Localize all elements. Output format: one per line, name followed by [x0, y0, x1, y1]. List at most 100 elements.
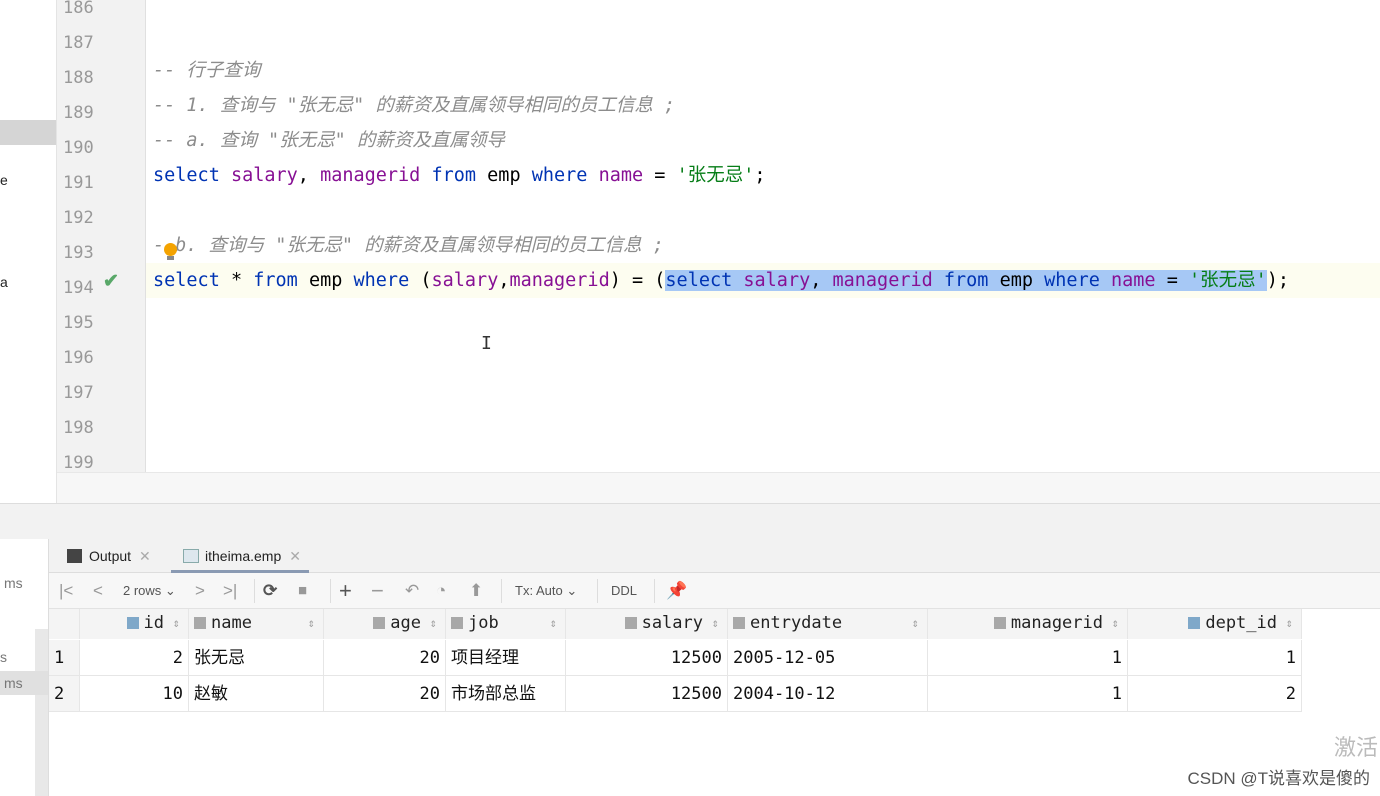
results-toolbar: |< < 2 rows ⌄ > >| ⟳ ■ + − ↶ ◔ ⬆ Tx: Aut…	[49, 573, 1380, 609]
string: '张无忌'	[1188, 270, 1267, 291]
column-name: dept_id	[1205, 613, 1277, 633]
ddl-button[interactable]: DDL	[611, 573, 637, 609]
column-header-age[interactable]: age ⇕	[324, 609, 446, 639]
selected-tree-item[interactable]	[0, 120, 56, 145]
tab-itheima-emp[interactable]: itheima.emp ✕	[171, 539, 309, 573]
sort-icon[interactable]: ⇕	[173, 609, 180, 637]
col: managerid	[320, 165, 421, 186]
line-number: 191	[63, 173, 94, 193]
horizontal-scrollbar[interactable]	[57, 472, 1380, 503]
sort-icon[interactable]: ⇕	[1286, 609, 1293, 637]
table-cell[interactable]: 市场部总监	[446, 676, 566, 712]
rows-dropdown[interactable]: 2 rows ⌄	[123, 573, 176, 609]
sort-icon[interactable]: ⇕	[430, 609, 437, 637]
column-name: age	[390, 613, 421, 633]
line-number: 188	[63, 68, 94, 88]
lightbulb-icon[interactable]	[164, 243, 177, 260]
tree-item-fragment[interactable]: a	[0, 274, 8, 290]
table-cell[interactable]: 20	[324, 676, 446, 712]
table-cell[interactable]: 2005-12-05	[728, 640, 928, 676]
tx-label: Tx: Auto	[515, 583, 563, 598]
services-panel: ms s ms	[0, 539, 49, 796]
col: name	[598, 165, 644, 186]
column-icon	[624, 617, 637, 629]
column-header-id[interactable]: id ⇕	[80, 609, 189, 639]
table-cell[interactable]: 12500	[566, 676, 728, 712]
table-cell[interactable]: 1	[928, 640, 1128, 676]
last-page-icon[interactable]: >|	[223, 573, 237, 609]
close-icon[interactable]: ✕	[139, 548, 151, 564]
row-number[interactable]: 1	[49, 640, 80, 676]
code-line-191[interactable]: select salary, managerid from emp where …	[153, 158, 765, 193]
table-cell[interactable]: 2	[1128, 676, 1302, 712]
sort-icon[interactable]: ⇕	[550, 609, 557, 637]
tree-item-fragment[interactable]: e	[0, 172, 8, 188]
kw: where	[353, 270, 410, 291]
add-row-icon[interactable]: +	[339, 573, 352, 609]
refresh-icon[interactable]: ⟳	[263, 573, 277, 609]
table-cell[interactable]: 2004-10-12	[728, 676, 928, 712]
code-line-190[interactable]: -- a. 查询 "张无忌" 的薪资及直属领导	[153, 123, 505, 158]
column-header-entrydate[interactable]: entrydate ⇕	[728, 609, 928, 639]
close-icon[interactable]: ✕	[289, 548, 301, 564]
star: *	[230, 270, 243, 291]
col: salary	[431, 270, 499, 291]
tab-label: Output	[89, 548, 132, 564]
line-number: 198	[63, 418, 94, 438]
panel-splitter[interactable]	[0, 503, 1380, 539]
prev-page-icon[interactable]: <	[93, 573, 103, 609]
tab-output[interactable]: Output ✕	[65, 539, 151, 573]
code-line-194[interactable]: select * from emp where (salary,manageri…	[153, 263, 1289, 298]
submit-icon[interactable]: ⬆	[469, 573, 483, 609]
column-name: managerid	[1010, 613, 1103, 633]
column-name: id	[143, 613, 164, 633]
table-cell[interactable]: 12500	[566, 640, 728, 676]
next-page-icon[interactable]: >	[195, 573, 205, 609]
duration-fragment: s	[0, 649, 7, 665]
code-line-189[interactable]: -- 1. 查询与 "张无忌" 的薪资及直属领导相同的员工信息 ;	[153, 88, 675, 123]
activate-watermark: 激活	[1334, 735, 1379, 760]
op: =	[654, 165, 666, 186]
selected-subquery[interactable]: select salary, managerid from emp where …	[665, 270, 1267, 291]
preview-icon[interactable]: ◔	[436, 573, 446, 609]
sort-icon[interactable]: ⇕	[712, 609, 719, 637]
table-cell[interactable]: 1	[1128, 640, 1302, 676]
col: managerid	[509, 270, 610, 291]
first-page-icon[interactable]: |<	[59, 573, 73, 609]
table-cell[interactable]: 1	[928, 676, 1128, 712]
tx-mode-dropdown[interactable]: Tx: Auto ⌄	[515, 573, 577, 609]
sort-icon[interactable]: ⇕	[1112, 609, 1119, 637]
line-number: 187	[63, 33, 94, 53]
stop-icon[interactable]: ■	[298, 573, 307, 609]
duration-fragment: ms	[4, 575, 23, 591]
kw: where	[1044, 270, 1100, 291]
sort-icon[interactable]: ⇕	[912, 609, 919, 637]
sort-icon[interactable]: ⇕	[308, 609, 315, 637]
results-tabs: Output ✕ itheima.emp ✕	[49, 539, 1380, 573]
line-number: 186	[63, 0, 94, 18]
col: managerid	[832, 270, 933, 291]
delete-row-icon[interactable]: −	[371, 573, 384, 609]
table-cell[interactable]: 项目经理	[446, 640, 566, 676]
code-line-193[interactable]: b. 查询与 "张无忌" 的薪资及直属领导相同的员工信息 ;	[175, 235, 664, 256]
column-header-managerid[interactable]: managerid ⇕	[928, 609, 1128, 639]
pin-icon[interactable]: 📌	[666, 573, 687, 609]
table-cell[interactable]: 2	[80, 640, 189, 676]
table: emp	[999, 270, 1034, 291]
line-number: 199	[63, 453, 94, 473]
column-header-dept_id[interactable]: dept_id ⇕	[1128, 609, 1302, 639]
column-header-job[interactable]: job ⇕	[446, 609, 566, 639]
revert-icon[interactable]: ↶	[405, 573, 419, 609]
column-header-name[interactable]: name ⇕	[189, 609, 324, 639]
table-cell[interactable]: 张无忌	[189, 640, 324, 676]
column-icon	[1188, 617, 1201, 629]
code-line-188[interactable]: -- 行子查询	[153, 53, 260, 88]
csdn-watermark: CSDN @T说喜欢是傻的	[1187, 769, 1370, 788]
table-cell[interactable]: 赵敏	[189, 676, 324, 712]
col: salary	[230, 165, 298, 186]
col: salary	[743, 270, 811, 291]
column-header-salary[interactable]: salary ⇕	[566, 609, 728, 639]
table-cell[interactable]: 10	[80, 676, 189, 712]
table-cell[interactable]: 20	[324, 640, 446, 676]
row-number[interactable]: 2	[49, 676, 80, 712]
